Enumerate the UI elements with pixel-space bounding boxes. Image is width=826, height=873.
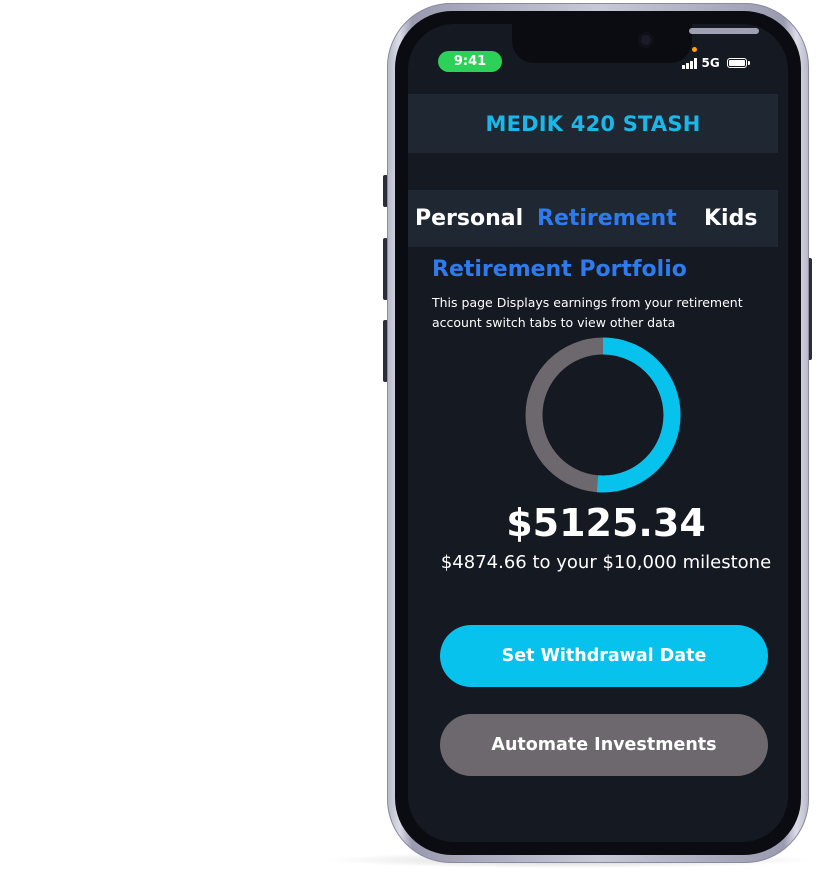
battery-cap (747, 61, 750, 65)
phone-bezel: 9:41 5G MEDIK 420 STASH Personal Retirem… (395, 11, 801, 855)
battery-fill (728, 60, 745, 66)
automate-investments-button[interactable]: Automate Investments (440, 714, 768, 776)
signal-bars-icon (682, 57, 697, 69)
status-bar-right: 5G (682, 55, 750, 71)
notch (512, 24, 759, 63)
tab-personal[interactable]: Personal (415, 190, 523, 247)
portfolio-amount: $5125.34 (506, 501, 706, 545)
progress-donut (525, 337, 681, 493)
app-header: MEDIK 420 STASH (408, 94, 778, 153)
phone-frame: 9:41 5G MEDIK 420 STASH Personal Retirem… (387, 3, 809, 863)
front-camera (638, 32, 654, 48)
earpiece-speaker (689, 28, 759, 34)
set-withdrawal-date-button[interactable]: Set Withdrawal Date (440, 625, 768, 687)
phone-screen: 9:41 5G MEDIK 420 STASH Personal Retirem… (408, 24, 788, 842)
milestone-text: $4874.66 to your $10,000 milestone (440, 552, 772, 573)
tab-retirement[interactable]: Retirement (537, 190, 677, 247)
section-title: Retirement Portfolio (432, 257, 687, 282)
tab-kids[interactable]: Kids (704, 190, 757, 247)
privacy-indicator-dot (692, 47, 697, 52)
battery-icon (726, 58, 750, 68)
network-type: 5G (701, 56, 720, 70)
status-time: 9:41 (438, 51, 502, 72)
section-description: This page Displays earnings from your re… (432, 295, 743, 330)
tab-bar: Personal Retirement Kids (408, 190, 778, 247)
app-title: MEDIK 420 STASH (485, 111, 701, 136)
